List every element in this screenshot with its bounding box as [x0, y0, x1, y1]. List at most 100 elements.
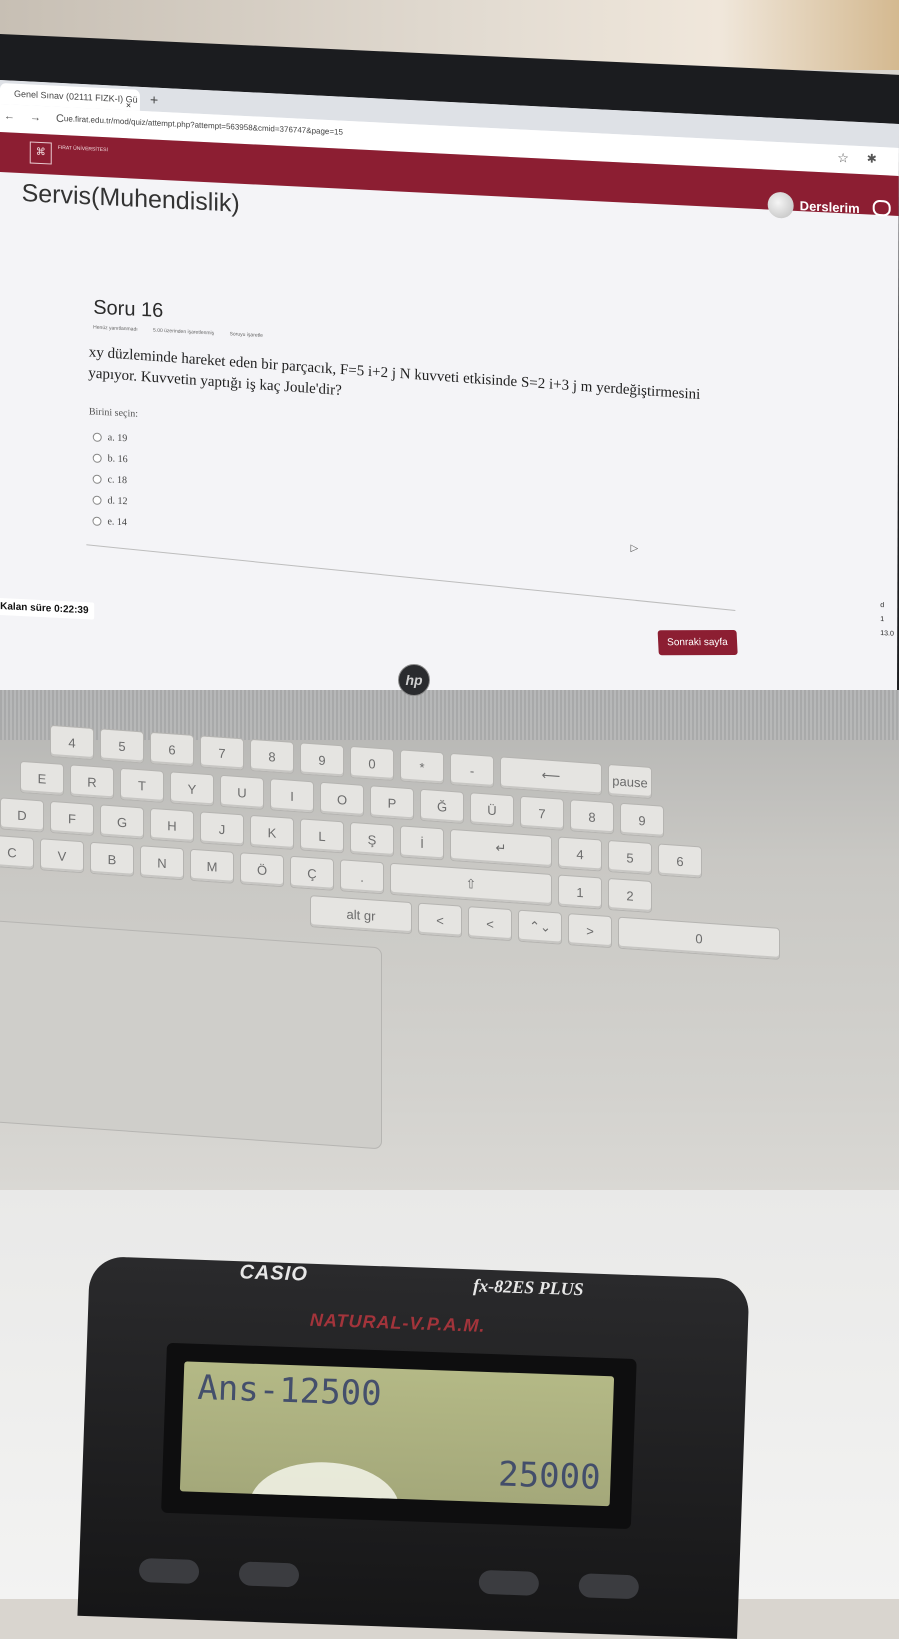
star-icon[interactable]: ☆	[837, 150, 849, 167]
answer-option[interactable]: a. 19	[92, 427, 128, 450]
nav-arrows-icon[interactable]: ← → C	[4, 110, 70, 125]
key[interactable]: Ü	[470, 792, 514, 828]
tab-close-icon[interactable]: ×	[126, 95, 131, 111]
next-page-button[interactable]: Sonraki sayfa	[657, 629, 738, 656]
radio-icon[interactable]	[92, 453, 102, 463]
key[interactable]: U	[220, 774, 264, 810]
casio-calculator: CASIO fx-82ES PLUS NATURAL-V.P.A.M. Ans-…	[77, 1256, 750, 1639]
key[interactable]: K	[250, 814, 294, 850]
key[interactable]: O	[320, 781, 364, 817]
key[interactable]: B	[90, 841, 134, 877]
key[interactable]: 7	[200, 735, 244, 771]
avatar[interactable]	[767, 191, 794, 219]
key-arrow-right[interactable]: >	[568, 913, 612, 949]
key[interactable]: R	[70, 764, 114, 800]
trackpad[interactable]	[0, 920, 382, 1150]
numpad-key[interactable]: 4	[558, 836, 602, 872]
key[interactable]: Ç	[290, 855, 334, 891]
university-logo-icon[interactable]: ⌘	[29, 141, 52, 165]
new-tab-button[interactable]: +	[150, 91, 158, 107]
hp-logo-icon: hp	[398, 664, 430, 696]
numpad-key[interactable]: pause	[608, 763, 652, 799]
answer-label: d. 12	[107, 495, 128, 508]
radio-icon[interactable]	[92, 516, 102, 526]
flag-question-link[interactable]: Soruyu işaretle	[230, 331, 263, 339]
answer-option[interactable]: b. 16	[92, 448, 128, 471]
calculator-display: Ans-12500 25000	[179, 1361, 615, 1507]
choose-label: Birini seçin:	[88, 406, 139, 420]
page-title: Servis(Muhendislik)	[21, 179, 240, 218]
key[interactable]: Ş	[350, 821, 394, 857]
question-status: Henüz yanıtlanmadı	[93, 324, 138, 333]
key[interactable]: F	[50, 800, 94, 836]
answer-label: b. 16	[107, 453, 128, 466]
key[interactable]: L	[300, 818, 344, 854]
key[interactable]: 5	[100, 728, 144, 764]
numpad-key[interactable]: 9	[620, 802, 664, 838]
key-arrow[interactable]: <	[468, 906, 512, 942]
alt-gr-key[interactable]: alt gr	[310, 895, 412, 935]
key[interactable]: Ğ	[420, 788, 464, 824]
key[interactable]: 6	[150, 731, 194, 767]
radio-icon[interactable]	[92, 432, 102, 442]
radio-icon[interactable]	[92, 474, 102, 484]
key[interactable]: Ö	[240, 852, 284, 888]
numpad-key[interactable]: 5	[608, 839, 652, 875]
key[interactable]: C	[0, 834, 34, 870]
key[interactable]: 9	[300, 742, 344, 778]
key[interactable]: G	[100, 804, 144, 840]
tab-title: Genel Sınav (02111 FIZK-I) Gü	[13, 88, 138, 105]
enter-key[interactable]: ↵	[450, 828, 552, 868]
chat-icon[interactable]	[872, 199, 891, 217]
key[interactable]: <	[418, 902, 462, 938]
key[interactable]: 8	[250, 738, 294, 774]
key[interactable]: 0	[350, 745, 394, 781]
key[interactable]: P	[370, 785, 414, 821]
numpad-key[interactable]: 6	[658, 843, 702, 879]
mouse-cursor-icon: ▷	[630, 542, 639, 555]
key[interactable]: -	[450, 752, 494, 788]
laptop-screen: Genel Sınav (02111 FIZK-I) Gü × + ← → C …	[0, 80, 899, 744]
key[interactable]: T	[120, 767, 164, 803]
key[interactable]: M	[190, 848, 234, 884]
radio-icon[interactable]	[92, 495, 102, 505]
key[interactable]: İ	[400, 825, 444, 861]
key[interactable]: E	[20, 760, 64, 796]
answer-label: c. 18	[107, 474, 128, 487]
key[interactable]: I	[270, 778, 314, 814]
key[interactable]: N	[140, 845, 184, 881]
key[interactable]: Y	[170, 771, 214, 807]
key[interactable]: *	[400, 749, 444, 785]
numpad-key[interactable]: 8	[570, 799, 614, 835]
extensions-icon[interactable]: ✱	[867, 151, 877, 165]
side-notes: d 1 13.0	[880, 599, 894, 642]
numpad-zero-key[interactable]: 0	[618, 916, 780, 960]
key[interactable]: V	[40, 838, 84, 874]
answer-label: e. 14	[107, 516, 127, 529]
answer-option[interactable]: e. 14	[92, 511, 127, 534]
answer-option[interactable]: c. 18	[92, 469, 128, 492]
calculator-key[interactable]	[578, 1573, 640, 1600]
numpad-key[interactable]: 1	[558, 874, 602, 910]
answer-label: a. 19	[107, 432, 128, 445]
nav-link-derslerim[interactable]: Derslerim	[800, 198, 860, 216]
calculator-key[interactable]	[138, 1557, 200, 1584]
side-note: 1	[880, 616, 885, 624]
key[interactable]: H	[150, 807, 194, 843]
key[interactable]: J	[200, 811, 244, 847]
numpad-key[interactable]: 7	[520, 795, 564, 831]
answer-option[interactable]: d. 12	[92, 490, 128, 513]
logo-text: FIRAT ÜNİVERSİTESİ	[57, 144, 108, 154]
side-note: 13.0	[880, 630, 894, 638]
display-result: 25000	[497, 1454, 602, 1498]
key-arrow-up-down[interactable]: ⌃⌄	[518, 909, 562, 945]
numpad-key[interactable]: 2	[608, 877, 652, 913]
key[interactable]: 4	[50, 724, 94, 760]
backspace-key[interactable]: ⟵	[500, 756, 602, 796]
calculator-key[interactable]	[478, 1569, 540, 1596]
key[interactable]: D	[0, 797, 44, 833]
shift-key[interactable]: ⇧	[390, 862, 552, 906]
calculator-key[interactable]	[238, 1561, 300, 1588]
answer-list: a. 19 b. 16 c. 18 d. 12 e. 14	[92, 427, 128, 534]
key[interactable]: .	[340, 859, 384, 895]
